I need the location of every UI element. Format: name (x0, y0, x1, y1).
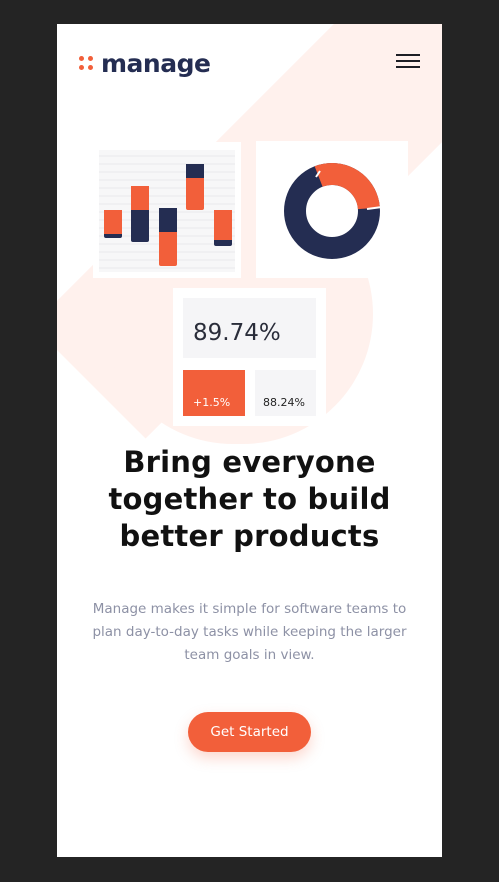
stat-main-value: 89.74% (193, 320, 281, 346)
stat-secondary-value: 88.24% (263, 396, 305, 409)
landing-page: manage 89.74% +1.5% 88.24% Bring everyon… (57, 24, 442, 857)
stat-main-panel: 89.74% (183, 298, 316, 358)
get-started-button[interactable]: Get Started (188, 712, 311, 752)
site-header: manage (79, 48, 420, 78)
illustration-stats-card: 89.74% +1.5% 88.24% (173, 288, 326, 426)
logo-text: manage (101, 48, 211, 78)
logo-link[interactable]: manage (79, 48, 211, 78)
stat-change-panel: +1.5% (183, 370, 245, 416)
four-dots-logo-icon (79, 56, 93, 70)
hamburger-menu-icon[interactable] (396, 52, 420, 70)
illustration-bar-chart-card (93, 142, 241, 278)
donut-chart-graphic (284, 163, 383, 259)
bar-chart-graphic (99, 150, 235, 272)
stat-change-value: +1.5% (193, 396, 231, 409)
illustration-donut-chart-card (256, 141, 408, 278)
hero-description: Manage makes it simple for software team… (92, 601, 407, 663)
hero-headline: Bring everyone together to build better … (108, 445, 391, 553)
stat-secondary-panel: 88.24% (255, 370, 316, 416)
